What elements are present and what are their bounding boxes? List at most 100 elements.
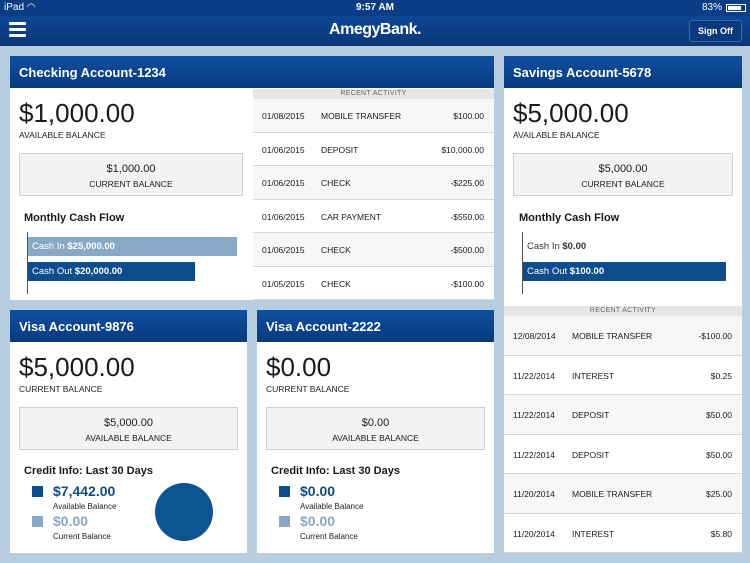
battery-icon bbox=[726, 3, 746, 12]
activity-description: MOBILE TRANSFER bbox=[572, 331, 653, 341]
app-header: AmegyBank. Sign Off bbox=[0, 16, 750, 46]
visa-9876-current-label: CURRENT BALANCE bbox=[19, 384, 103, 394]
savings-account-card: Savings Account-5678 $5,000.00 AVAILABLE… bbox=[504, 56, 742, 553]
checking-available-label: AVAILABLE BALANCE bbox=[19, 130, 106, 140]
sign-off-button[interactable]: Sign Off bbox=[689, 20, 742, 42]
activity-description: MOBILE TRANSFER bbox=[572, 489, 653, 499]
battery-percent: 83% bbox=[701, 2, 722, 13]
activity-description: CAR PAYMENT bbox=[321, 211, 382, 222]
activity-description: DEPOSIT bbox=[321, 144, 359, 155]
checking-account-title[interactable]: Checking Account-1234 bbox=[10, 56, 494, 88]
savings-current-label: CURRENT BALANCE bbox=[581, 179, 665, 189]
activity-description: DEPOSIT bbox=[572, 410, 610, 420]
activity-amount: -$100.00 bbox=[698, 331, 732, 341]
activity-row[interactable]: 11/20/2014 MOBILE TRANSFER $25.00 bbox=[504, 474, 742, 514]
activity-row[interactable]: 11/20/2014 INTEREST $5.80 bbox=[504, 513, 742, 553]
visa-2222-title[interactable]: Visa Account-2222 bbox=[257, 310, 494, 342]
checking-available-amount: $1,000.00 bbox=[19, 98, 135, 128]
activity-description: INTEREST bbox=[572, 370, 615, 381]
savings-cash-flow-title: Monthly Cash Flow bbox=[519, 212, 620, 224]
activity-description: INTEREST bbox=[572, 528, 615, 539]
savings-recent-activity: RECENT ACTIVITY 12/08/2014 MOBILE TRANSFE… bbox=[504, 306, 742, 553]
activity-row[interactable]: 01/06/2015 CHECK -$225.00 bbox=[253, 166, 494, 200]
activity-date: 11/22/2014 bbox=[513, 410, 555, 420]
savings-cash-in-label: Cash In bbox=[527, 241, 560, 252]
visa-9876-title[interactable]: Visa Account-9876 bbox=[10, 310, 247, 342]
visa-9876-credit-available-label: Available Balance bbox=[53, 502, 117, 511]
savings-available-amount: $5,000.00 bbox=[513, 98, 629, 128]
savings-cash-out-amount: $100.00 bbox=[569, 266, 605, 277]
activity-description: CHECK bbox=[321, 178, 351, 188]
activity-amount: $25.00 bbox=[706, 489, 732, 499]
savings-current-box: $5,000.00 CURRENT BALANCE bbox=[513, 153, 733, 196]
visa-9876-current-legend-swatch bbox=[32, 516, 43, 527]
activity-amount: -$550.00 bbox=[450, 211, 484, 222]
activity-date: 11/20/2014 bbox=[513, 489, 555, 499]
checking-recent-activity: RECENT ACTIVITY 01/08/2015 MOBILE TRANSFE… bbox=[253, 89, 494, 300]
visa-2222-available-label: AVAILABLE BALANCE bbox=[332, 433, 419, 443]
activity-row[interactable]: 01/06/2015 CHECK -$500.00 bbox=[253, 233, 494, 267]
visa-9876-available-amount: $5,000.00 bbox=[104, 417, 153, 429]
brand-logo: AmegyBank. bbox=[329, 21, 421, 38]
checking-cash-out-amount: $20,000.00 bbox=[74, 266, 123, 277]
checking-current-amount: $1,000.00 bbox=[106, 163, 156, 175]
activity-row[interactable]: 12/08/2014 MOBILE TRANSFER -$100.00 bbox=[504, 316, 742, 356]
visa-2222-credit-available-label: Available Balance bbox=[300, 502, 364, 511]
activity-date: 01/06/2015 bbox=[262, 178, 305, 188]
activity-amount: -$225.00 bbox=[450, 178, 484, 188]
visa-9876-credit-current: $0.00 bbox=[53, 513, 89, 529]
activity-date: 01/08/2015 bbox=[262, 111, 305, 121]
activity-amount: $0.25 bbox=[710, 370, 732, 381]
visa-2222-current-legend-swatch bbox=[279, 516, 290, 527]
activity-row[interactable]: 01/06/2015 DEPOSIT $10,000.00 bbox=[253, 132, 494, 166]
activity-description: CHECK bbox=[321, 245, 351, 255]
visa-2222-credit-available: $0.00 bbox=[300, 483, 336, 499]
visa-2222-card: Visa Account-2222 $0.00 CURRENT BALANCE … bbox=[257, 310, 494, 553]
activity-amount: $100.00 bbox=[453, 111, 484, 121]
activity-row[interactable]: 01/08/2015 MOBILE TRANSFER $100.00 bbox=[253, 99, 494, 133]
activity-row[interactable]: 11/22/2014 INTEREST $0.25 bbox=[504, 355, 742, 395]
visa-9876-credit-current-label: Current Balance bbox=[53, 532, 111, 541]
savings-recent-activity-header: RECENT ACTIVITY bbox=[504, 306, 742, 316]
checking-account-card: Checking Account-1234 $1,000.00 AVAILABL… bbox=[10, 56, 494, 300]
activity-amount: $50.00 bbox=[706, 410, 732, 420]
savings-current-amount: $5,000.00 bbox=[598, 163, 648, 175]
savings-account-title[interactable]: Savings Account-5678 bbox=[504, 56, 742, 88]
activity-row[interactable]: 01/05/2015 CHECK -$100.00 bbox=[253, 266, 494, 300]
visa-2222-credit-title: Credit Info: Last 30 Days bbox=[271, 465, 400, 477]
visa-2222-available-amount: $0.00 bbox=[361, 417, 390, 429]
checking-current-label: CURRENT BALANCE bbox=[89, 179, 173, 189]
activity-row[interactable]: 11/22/2014 DEPOSIT $50.00 bbox=[504, 434, 742, 474]
visa-2222-credit-current: $0.00 bbox=[300, 513, 336, 529]
activity-date: 01/06/2015 bbox=[262, 245, 305, 255]
visa-2222-credit-current-label: Current Balance bbox=[300, 532, 358, 541]
activity-date: 01/06/2015 bbox=[262, 144, 305, 155]
visa-9876-credit-pie-chart bbox=[155, 483, 213, 541]
checking-recent-activity-header: RECENT ACTIVITY bbox=[253, 89, 494, 99]
status-bar: iPad ◠ 9:57 AM 83% bbox=[0, 0, 750, 16]
activity-amount: -$100.00 bbox=[450, 278, 484, 289]
checking-cash-in-amount: $25,000.00 bbox=[67, 241, 115, 252]
activity-amount: $50.00 bbox=[706, 449, 732, 460]
checking-cash-in-bar: Cash In $25,000.00 bbox=[28, 237, 237, 256]
visa-2222-available-box: $0.00 AVAILABLE BALANCE bbox=[266, 407, 485, 450]
activity-date: 01/06/2015 bbox=[262, 211, 305, 222]
clock: 9:57 AM bbox=[356, 2, 394, 13]
activity-amount: -$500.00 bbox=[450, 245, 484, 255]
activity-row[interactable]: 11/22/2014 DEPOSIT $50.00 bbox=[504, 395, 742, 435]
checking-cash-flow-title: Monthly Cash Flow bbox=[24, 212, 125, 224]
activity-date: 11/20/2014 bbox=[513, 528, 555, 539]
activity-date: 11/22/2014 bbox=[513, 449, 555, 460]
savings-cash-in-amount: $0.00 bbox=[562, 241, 587, 252]
activity-row[interactable]: 01/06/2015 CAR PAYMENT -$550.00 bbox=[253, 199, 494, 233]
visa-2222-current-amount: $0.00 bbox=[266, 352, 332, 382]
checking-cash-out-label: Cash Out bbox=[32, 266, 73, 277]
battery-fill bbox=[728, 5, 741, 10]
activity-date: 11/22/2014 bbox=[513, 370, 555, 381]
visa-9876-available-label: AVAILABLE BALANCE bbox=[85, 433, 172, 443]
visa-9876-available-legend-swatch bbox=[32, 486, 43, 497]
activity-description: DEPOSIT bbox=[572, 449, 610, 460]
visa-9876-available-box: $5,000.00 AVAILABLE BALANCE bbox=[19, 407, 238, 450]
visa-9876-credit-title: Credit Info: Last 30 Days bbox=[24, 465, 153, 477]
visa-9876-credit-available: $7,442.00 bbox=[53, 483, 116, 499]
